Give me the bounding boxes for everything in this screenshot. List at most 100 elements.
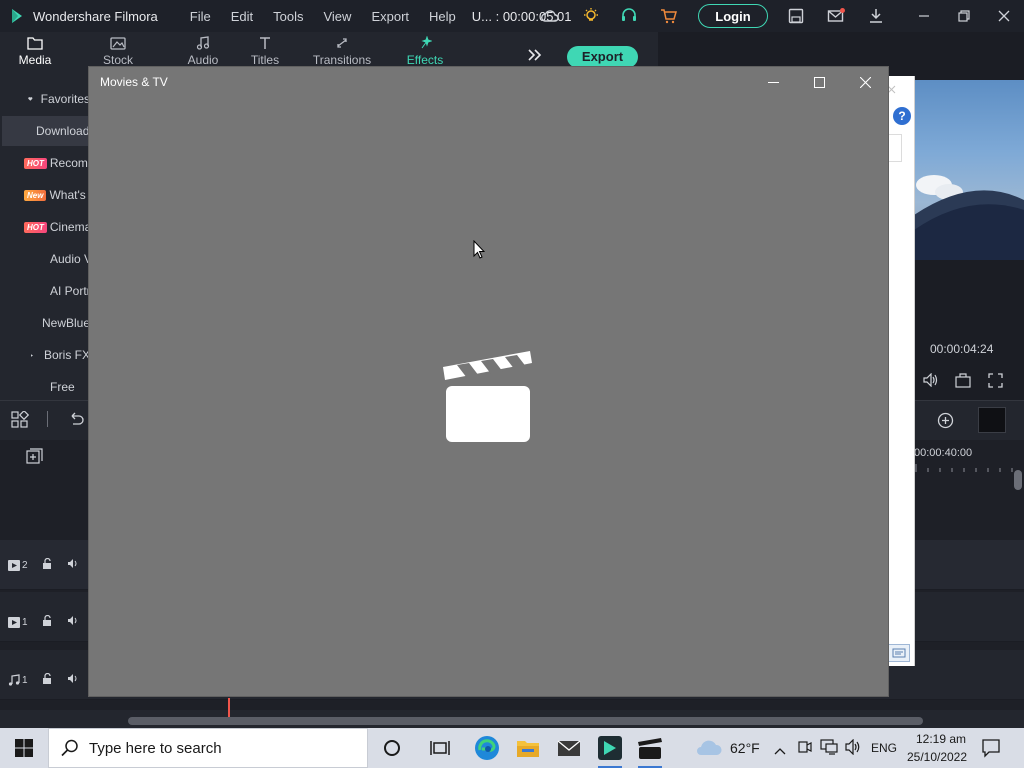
- meet-now-icon[interactable]: [798, 739, 812, 760]
- close-icon[interactable]: [842, 67, 888, 97]
- library-item-whats-new[interactable]: New What's New: [0, 180, 90, 210]
- transitions-icon: [337, 38, 347, 48]
- menu-edit[interactable]: Edit: [231, 9, 253, 24]
- save-icon[interactable]: [787, 8, 805, 24]
- mouse-cursor-icon: [473, 240, 485, 259]
- input-language[interactable]: ENG: [871, 741, 897, 755]
- timeline-vertical-scrollbar[interactable]: [1014, 470, 1022, 490]
- file-explorer-icon[interactable]: [508, 728, 548, 768]
- speaker-icon[interactable]: [67, 615, 79, 629]
- restore-icon[interactable]: [944, 0, 984, 32]
- snapshot-icon[interactable]: [955, 373, 971, 393]
- library-item-newblue-fx[interactable]: NewBlue FX: [0, 308, 90, 338]
- track-head-video-1: 1: [8, 614, 79, 629]
- timeline-horizontal-scrollbar[interactable]: [128, 717, 923, 725]
- weather-temperature[interactable]: 62°F: [730, 740, 760, 756]
- search-placeholder: Type here to search: [89, 739, 222, 757]
- library-item-audio-visualizer[interactable]: Audio Visualizer: [0, 244, 90, 274]
- minimize-icon[interactable]: [904, 0, 944, 32]
- menu-view[interactable]: View: [323, 9, 351, 24]
- fullscreen-icon[interactable]: [988, 373, 1003, 393]
- more-tabs-chevron-icon[interactable]: [527, 48, 543, 66]
- volume-icon[interactable]: [923, 372, 939, 392]
- maximize-icon[interactable]: [796, 67, 842, 97]
- add-track-icon[interactable]: [26, 448, 44, 469]
- lightbulb-icon[interactable]: [582, 8, 600, 24]
- movies-tv-taskbar-icon[interactable]: [630, 728, 670, 768]
- library-item-favorites[interactable]: Favorites: [0, 84, 90, 114]
- timeline-ruler-ticks: [915, 464, 1013, 472]
- movies-tv-window[interactable]: Movies & TV: [88, 66, 889, 697]
- library-item-downloads[interactable]: Downloads: [2, 116, 92, 146]
- library-item-ai-portrait[interactable]: AI Portrait: [0, 276, 90, 306]
- library-item-label: What's New: [49, 188, 90, 202]
- lock-icon[interactable]: [42, 672, 53, 687]
- hot-badge: HOT: [24, 221, 47, 233]
- menu-file[interactable]: File: [190, 9, 211, 24]
- heart-icon: [28, 97, 33, 101]
- help-icon[interactable]: ?: [893, 107, 911, 125]
- tab-media-label: Media: [18, 53, 52, 67]
- volume-icon[interactable]: [845, 738, 861, 760]
- menu-help[interactable]: Help: [429, 9, 456, 24]
- mail-app-icon[interactable]: [549, 728, 589, 768]
- start-windows-icon[interactable]: [0, 728, 48, 768]
- lock-icon[interactable]: [42, 557, 53, 572]
- divider: [47, 411, 48, 427]
- menu-tools[interactable]: Tools: [273, 9, 303, 24]
- playhead[interactable]: [228, 698, 230, 718]
- lock-icon[interactable]: [42, 614, 53, 629]
- cart-icon[interactable]: [660, 8, 678, 24]
- download-icon[interactable]: [867, 8, 885, 24]
- music-note-icon: [196, 36, 210, 50]
- layout-grid-icon[interactable]: [11, 409, 30, 434]
- chevron-up-icon[interactable]: [774, 742, 786, 760]
- headset-icon[interactable]: [620, 8, 638, 24]
- export-button[interactable]: Export: [567, 46, 638, 68]
- weather-cloud-icon[interactable]: [695, 738, 723, 763]
- notifications-icon[interactable]: [981, 738, 1001, 763]
- window-title: Movies & TV: [100, 75, 168, 89]
- library-item-recommended[interactable]: HOT Recommended: [0, 148, 90, 178]
- zoom-in-icon[interactable]: [937, 412, 954, 434]
- mail-icon[interactable]: [827, 8, 845, 24]
- dialog-window-icon[interactable]: [888, 644, 910, 662]
- library-item-label: AI Portrait: [50, 284, 90, 298]
- preview-video-frame: [914, 80, 1024, 284]
- task-view-icon[interactable]: [420, 728, 460, 768]
- login-button[interactable]: Login: [698, 4, 768, 28]
- music-track-icon: 1: [8, 674, 28, 686]
- timeline-ruler-time: 00:00:40:00: [914, 447, 973, 459]
- library-item-cinematic[interactable]: HOT Cinematic: [0, 212, 90, 242]
- clapperboard-icon: [443, 351, 532, 442]
- library-item-free[interactable]: Free: [0, 372, 90, 402]
- title-bar: Wondershare Filmora File Edit Tools View…: [0, 0, 1024, 32]
- library-item-label: Cinematic: [49, 220, 90, 234]
- new-badge: New: [24, 189, 47, 201]
- preview-timecode: 00:00:04:24: [930, 342, 994, 356]
- tab-media[interactable]: Media: [5, 36, 65, 74]
- speaker-icon[interactable]: [67, 673, 79, 687]
- expand-arrow-icon: [31, 353, 33, 357]
- cloud-icon[interactable]: [541, 8, 559, 24]
- input-field-edge[interactable]: [889, 134, 902, 162]
- speaker-icon[interactable]: [67, 558, 79, 572]
- menu-export[interactable]: Export: [371, 9, 409, 24]
- close-icon[interactable]: [984, 0, 1024, 32]
- clock-date[interactable]: 25/10/2022: [904, 750, 970, 764]
- network-icon[interactable]: [820, 739, 838, 760]
- taskbar-search-box[interactable]: Type here to search: [48, 728, 368, 768]
- video-track-icon: 2: [8, 559, 28, 571]
- undo-icon[interactable]: [68, 412, 84, 431]
- cortana-icon[interactable]: [372, 728, 412, 768]
- tab-audio-label: Audio: [187, 53, 219, 67]
- edge-browser-icon[interactable]: [467, 728, 507, 768]
- filmora-taskbar-icon[interactable]: [590, 728, 630, 768]
- track-number: 1: [22, 616, 28, 628]
- minimize-icon[interactable]: [750, 67, 796, 97]
- windows-taskbar: Type here to search 62°F ENG 12:19 am 25…: [0, 728, 1024, 768]
- library-item-label: Recommended: [49, 156, 90, 170]
- library-item-boris-fx[interactable]: Boris FX: [0, 340, 90, 370]
- clock-time[interactable]: 12:19 am: [912, 732, 970, 746]
- tab-effects-label: Effects: [406, 53, 444, 67]
